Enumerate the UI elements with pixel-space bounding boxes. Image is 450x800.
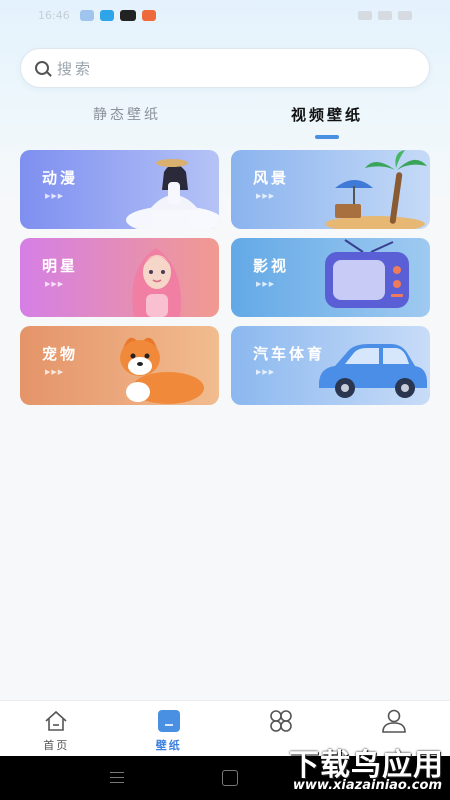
category-label: 风景 [253,169,290,187]
category-label: 宠物 [42,345,79,363]
grid-icon [270,710,293,732]
browser-notification-icon [99,9,114,21]
category-card-celebrity[interactable]: 明星 ▶▶▶ [20,238,219,317]
home-button-icon[interactable] [222,770,238,786]
battery-icon [398,10,412,20]
app-notification-icon [119,9,136,21]
anime-girl-illustration [126,159,219,229]
nav-item-home[interactable]: 首页 [0,701,113,757]
home-icon [45,710,67,731]
watermark-url: www.xiazainiao.com [292,778,442,793]
search-icon [35,61,49,75]
nav-item-wallpaper[interactable]: 壁纸 [113,701,226,757]
tab-static-wallpaper[interactable]: 静态壁纸 [93,104,161,124]
blue-car-illustration [319,344,427,398]
play-hint-icon: ▶▶▶ [45,192,65,200]
play-hint-icon: ▶▶▶ [256,280,276,288]
category-card-scenery[interactable]: 风景 ▶▶▶ [231,150,430,229]
wallpaper-tabs: 静态壁纸 视频壁纸 [0,100,450,140]
play-hint-icon: ▶▶▶ [45,280,65,288]
nav-label-home: 首页 [43,739,70,752]
retro-tv-illustration [325,239,409,308]
category-card-film[interactable]: 影视 ▶▶▶ [231,238,430,317]
profile-icon [381,709,406,733]
status-indicators [358,10,412,20]
shop-notification-icon [141,9,156,21]
category-card-pet[interactable]: 宠物 ▶▶▶ [20,326,219,405]
category-card-anime[interactable]: 动漫 ▶▶▶ [20,150,219,229]
chat-notification-icon [79,9,94,21]
category-label: 动漫 [42,169,79,187]
menu-icon[interactable] [110,772,124,787]
category-card-auto-sports[interactable]: 汽车体育 ▶▶▶ [231,326,430,405]
search-input[interactable]: 搜索 [20,48,430,88]
play-hint-icon: ▶▶▶ [256,368,276,376]
category-label: 影视 [253,257,290,275]
wifi-icon [378,10,392,20]
play-hint-icon: ▶▶▶ [256,192,276,200]
network-icon [358,10,372,20]
category-label: 汽车体育 [253,345,326,363]
status-time: 16:46 [38,8,70,22]
status-bar: 16:46 [0,0,450,30]
active-tab-indicator [315,135,339,139]
site-watermark: 下载鸟应用 www.xiazainiao.com [268,740,450,800]
category-label: 明星 [42,257,79,275]
play-hint-icon: ▶▶▶ [45,368,65,376]
wallpaper-icon [157,710,180,732]
celebrity-illustration [132,248,181,317]
search-placeholder: 搜索 [57,59,94,78]
tab-video-wallpaper[interactable]: 视频壁纸 [291,104,363,125]
nav-label-wallpaper: 壁纸 [155,739,182,752]
beach-palm-illustration [325,150,427,229]
shiba-dog-illustration [120,337,204,404]
